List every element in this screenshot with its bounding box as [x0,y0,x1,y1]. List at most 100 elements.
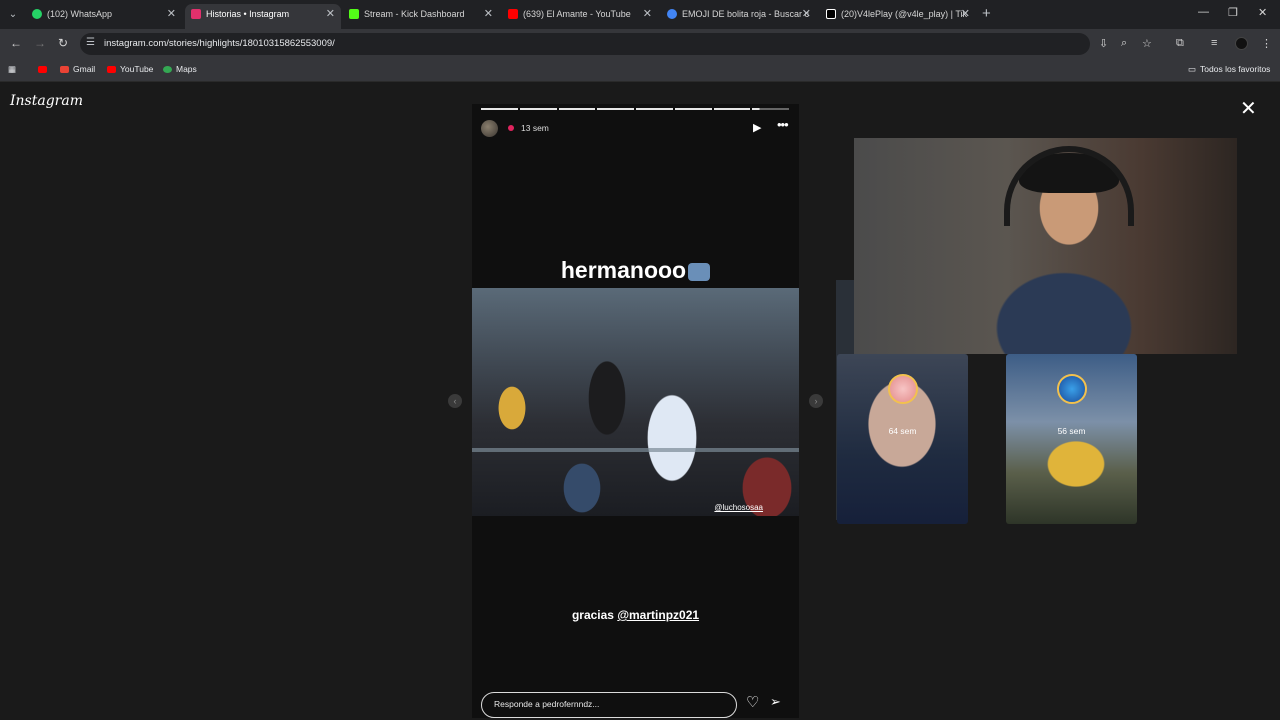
tab-kick[interactable]: Stream - Kick Dashboard ✕ [343,4,499,29]
close-tab-icon[interactable]: ✕ [326,4,335,24]
caption-mention[interactable]: @martinpz021 [617,608,699,622]
progress-segment [519,108,557,110]
close-tab-icon[interactable]: ✕ [484,4,493,24]
youtube-icon [107,66,116,74]
send-icon[interactable]: ➢ [770,694,781,710]
zoom-icon[interactable]: ⌕ [1121,37,1127,50]
story-heading-text: hermanooo [560,257,687,283]
play-icon[interactable]: ▶ [753,121,761,134]
avatar[interactable] [481,120,498,137]
thumbnail-timestamp: 56 sem [1057,426,1086,436]
close-tab-icon[interactable]: ✕ [961,4,970,24]
apps-icon[interactable]: ▦ [8,64,16,75]
bookmark-maps[interactable]: Maps [163,64,197,74]
close-tab-icon[interactable]: ✕ [643,4,652,24]
story-caption: gracias @martinpz021 [472,608,799,622]
progress-segment [481,108,518,110]
story-header: 13 sem ▶ ••• [481,117,791,138]
more-options-icon[interactable]: ••• [777,117,789,132]
folder-icon: ▭ [1188,64,1197,74]
photo-mention-tag[interactable]: @luchososaa [714,503,763,512]
avatar [887,374,918,404]
progress-segment [597,108,634,110]
thumbnail-timestamp: 64 sem [888,426,917,436]
google-icon [667,9,677,19]
forward-icon[interactable]: → [34,36,46,50]
avatar [1056,374,1087,404]
progress-segment [674,108,712,110]
tiktok-icon [826,9,836,19]
browser-toolbar: ← → ↻ ☰ instagram.com/stories/highlights… [0,29,1280,59]
maps-icon [163,66,172,74]
tab-instagram[interactable]: Historias • Instagram ✕ [185,4,341,29]
like-heart-icon[interactable]: ♡ [746,693,759,711]
url-text[interactable]: instagram.com/stories/highlights/1801031… [104,38,335,49]
bookmarks-bar: ▦ Gmail YouTube Maps ▭ Todos los favorito… [0,59,1280,82]
tab-tiktok[interactable]: (20)V4lePlay (@v4le_play) | Tik ✕ [820,4,976,29]
reply-box[interactable] [481,692,737,718]
close-tab-icon[interactable]: ✕ [167,4,176,24]
close-story-icon[interactable]: ✕ [1240,96,1257,121]
instagram-icon [191,9,201,19]
extensions-icon[interactable]: ⧉ [1176,37,1184,50]
address-bar[interactable]: ☰ instagram.com/stories/highlights/18010… [80,33,1090,55]
tab-whatsapp[interactable]: (102) WhatsApp ✕ [26,4,182,29]
next-story-icon[interactable]: › [809,394,823,408]
previous-story-icon[interactable]: ‹ [448,394,462,408]
gmail-icon [60,66,69,74]
tab-strip: ⌄ (102) WhatsApp ✕ Historias • Instagram… [0,0,1280,29]
close-tab-icon[interactable]: ✕ [802,4,811,24]
youtube-icon [508,9,518,19]
tab-youtube[interactable]: (639) El Amante - YouTube ✕ [502,4,658,29]
kick-icon [349,9,359,19]
media-control-icon[interactable]: ≡ [1211,37,1217,49]
story-thumbnail[interactable]: 56 sem [1006,354,1137,524]
tab-search-menu-icon[interactable]: ⌄ [4,6,22,24]
story-thumbnail[interactable]: 64 sem [837,354,968,524]
webcam-overlay [854,138,1237,354]
reload-icon[interactable]: ↻ [58,36,68,50]
youtube-icon [38,66,47,74]
story-card[interactable]: 13 sem ▶ ••• hermanooo @luchososaa graci… [472,104,799,718]
caption-text: gracias [571,608,618,622]
tab-google-search[interactable]: EMOJI DE bolita roja - Buscar c ✕ [661,4,817,29]
menu-icon[interactable]: ⋮ [1261,37,1272,50]
new-tab-icon[interactable]: + [982,5,991,22]
story-heading: hermanooo [472,257,799,284]
all-bookmarks[interactable]: ▭ Todos los favoritos [1188,64,1270,75]
install-app-icon[interactable]: ⇩ [1099,37,1108,50]
bookmark-label: Todos los favoritos [1200,64,1271,74]
tab-title: (102) WhatsApp [47,9,113,19]
tab-title: (639) El Amante - YouTube [523,9,631,19]
headset-shape [1004,146,1134,226]
bookmark-label: Maps [176,64,197,74]
instagram-logo[interactable]: Instagram [10,93,83,109]
tab-title: Stream - Kick Dashboard [364,9,465,19]
back-icon[interactable]: ← [10,36,22,50]
reply-input[interactable] [494,699,724,709]
people-emoji-icon [688,262,711,281]
bookmark-label: YouTube [120,64,154,74]
tab-title: Historias • Instagram [206,9,290,19]
live-dot-icon [508,125,514,131]
progress-segment [752,108,789,110]
bookmark-youtube-shortcut[interactable] [38,64,51,74]
bookmark-gmail[interactable]: Gmail [60,64,95,74]
profile-avatar[interactable] [1235,37,1248,50]
story-photo: @luchososaa [472,288,799,516]
progress-segment [636,108,673,110]
instagram-story-viewer: Instagram ✕ ‹ › 13 sem ▶ ••• hermanooo @… [0,82,1280,720]
progress-segment [713,108,751,110]
whatsapp-icon [32,9,42,19]
bookmark-youtube[interactable]: YouTube [107,64,153,74]
tab-title: (20)V4lePlay (@v4le_play) | Tik [841,9,968,19]
restore-icon[interactable]: ❐ [1228,6,1238,19]
site-info-icon[interactable]: ☰ [86,37,95,48]
bookmark-label: Gmail [73,64,96,74]
progress-segment [558,108,596,110]
tab-title: EMOJI DE bolita roja - Buscar c [682,9,810,19]
minimize-icon[interactable]: — [1198,6,1209,18]
story-progress [481,108,789,110]
close-window-icon[interactable]: ✕ [1258,6,1267,19]
bookmark-star-icon[interactable]: ☆ [1142,37,1152,50]
